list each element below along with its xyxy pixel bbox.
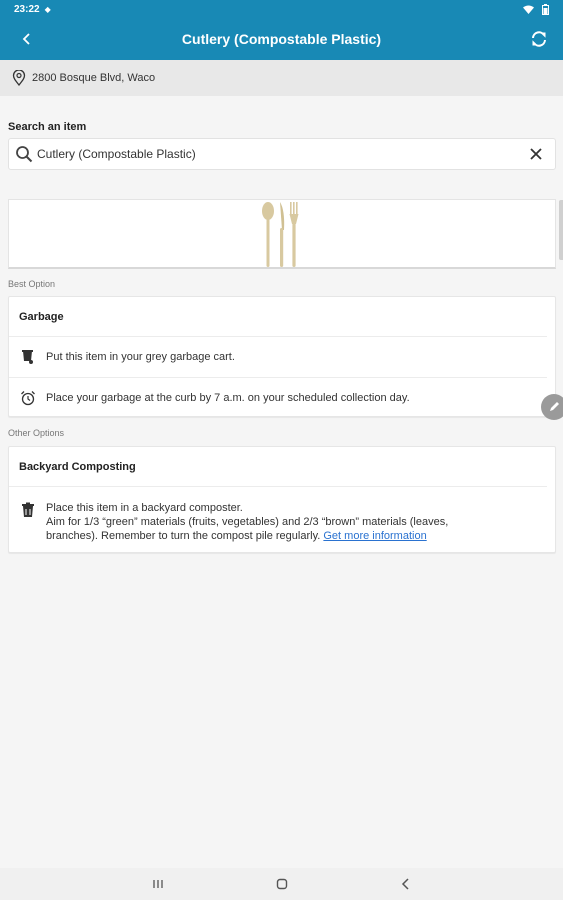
more-information-link[interactable]: Get more information bbox=[323, 530, 426, 542]
location-pin-icon bbox=[12, 70, 26, 86]
search-label: Search an item bbox=[8, 121, 87, 133]
best-option-title: Garbage bbox=[9, 297, 547, 337]
best-option-card: Garbage Put this item in your grey garba… bbox=[8, 296, 556, 417]
other-options-label: Other Options bbox=[8, 428, 65, 438]
home-button[interactable] bbox=[270, 872, 294, 896]
edit-button[interactable] bbox=[541, 394, 563, 420]
battery-icon bbox=[542, 3, 549, 15]
nav-back-button[interactable] bbox=[394, 872, 418, 896]
garbage-instruction: Put this item in your grey garbage cart. bbox=[46, 351, 235, 363]
compost-line-1: Place this item in a backyard composter. bbox=[46, 502, 243, 514]
status-bar: 23:22 ◆ bbox=[0, 0, 563, 18]
page-title: Cutlery (Compostable Plastic) bbox=[181, 31, 382, 47]
compost-line-2: Aim for 1/3 “green” materials (fruits, v… bbox=[46, 516, 449, 528]
list-item: Place your garbage at the curb by 7 a.m.… bbox=[9, 378, 547, 417]
system-nav-bar bbox=[0, 868, 563, 900]
compost-line-3-text: branches). Remember to turn the compost … bbox=[46, 530, 321, 542]
refresh-icon bbox=[532, 31, 546, 47]
cutlery-illustration bbox=[262, 201, 299, 267]
best-option-label: Best Option bbox=[8, 279, 56, 289]
item-image bbox=[8, 199, 556, 269]
close-icon bbox=[530, 148, 542, 160]
clear-search-button[interactable] bbox=[527, 145, 545, 163]
search-icon bbox=[16, 146, 33, 163]
app-bar: Cutlery (Compostable Plastic) bbox=[0, 18, 563, 60]
other-option-title: Backyard Composting bbox=[9, 447, 547, 487]
other-option-card: Backyard Composting Place this item in a… bbox=[8, 446, 556, 553]
wifi-icon bbox=[523, 5, 534, 14]
collection-instruction: Place your garbage at the curb by 7 a.m.… bbox=[46, 391, 410, 404]
compost-description: Place this item in a backyard composter.… bbox=[46, 501, 448, 543]
chevron-left-icon bbox=[401, 878, 409, 890]
side-edge-handle[interactable] bbox=[559, 200, 563, 260]
garbage-cart-icon bbox=[19, 348, 37, 366]
address-bar[interactable]: 2800 Bosque Blvd, Waco bbox=[0, 60, 563, 96]
recent-apps-icon bbox=[152, 880, 163, 888]
status-time: 23:22 bbox=[14, 3, 40, 15]
address-text: 2800 Bosque Blvd, Waco bbox=[32, 72, 156, 84]
chevron-left-icon bbox=[22, 33, 30, 45]
compost-line-3: branches). Remember to turn the compost … bbox=[46, 529, 448, 543]
alarm-clock-icon bbox=[19, 389, 37, 407]
search-box bbox=[8, 138, 556, 170]
refresh-button[interactable] bbox=[527, 27, 551, 51]
back-button[interactable] bbox=[16, 27, 38, 51]
pencil-icon bbox=[550, 402, 559, 411]
list-item: Put this item in your grey garbage cart. bbox=[9, 337, 547, 378]
compost-bin-icon bbox=[19, 501, 37, 519]
notification-icon: ◆ bbox=[44, 4, 51, 14]
list-item: Place this item in a backyard composter.… bbox=[9, 487, 547, 543]
recent-apps-button[interactable] bbox=[146, 872, 170, 896]
search-input[interactable] bbox=[37, 147, 527, 161]
home-icon bbox=[276, 878, 287, 890]
